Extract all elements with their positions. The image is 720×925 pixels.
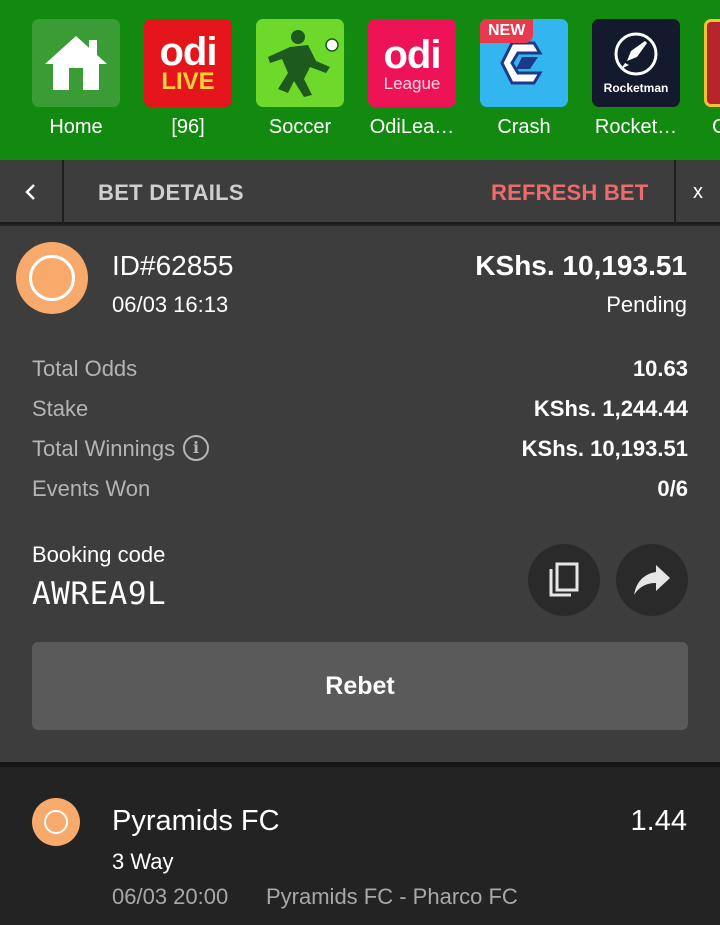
bet-details-header: BET DETAILS REFRESH BET x — [0, 160, 720, 224]
partial-tile — [704, 19, 720, 107]
detail-row-total-odds: Total Odds 10.63 — [32, 356, 688, 386]
game-label-home: Home — [49, 116, 103, 138]
event-selection: Pyramids FC — [112, 805, 280, 837]
bet-summary-card: ID#62855 06/03 16:13 KShs. 10,193.51 Pen… — [0, 226, 720, 762]
soccer-tile — [256, 19, 344, 107]
refresh-bet-button[interactable]: REFRESH BET — [491, 180, 648, 206]
bet-datetime: 06/03 16:13 — [112, 292, 229, 317]
detail-row-events-won: Events Won 0/6 — [32, 476, 688, 506]
pending-status-icon — [16, 242, 88, 314]
bet-status: Pending — [606, 292, 687, 317]
crash-tile: NEW — [480, 19, 568, 107]
copy-button[interactable] — [528, 544, 600, 616]
game-odi-live[interactable]: odi LIVE [96] — [144, 19, 232, 139]
game-label-odileague: OdiLea… — [369, 116, 455, 138]
game-label-soccer: Soccer — [268, 116, 332, 138]
event-row[interactable]: Pyramids FC 1.44 3 Way 06/03 20:00 Pyram… — [0, 767, 720, 925]
game-label-rocketman: Rocket… — [594, 116, 678, 138]
rebet-button[interactable]: Rebet — [32, 642, 688, 730]
detail-row-total-winnings: Total Winnings i KShs. 10,193.51 — [32, 435, 688, 466]
event-kickoff: 06/03 20:00 — [112, 884, 229, 909]
info-icon[interactable]: i — [183, 435, 210, 462]
detail-row-stake: Stake KShs. 1,244.44 — [32, 396, 688, 426]
games-bar: Home odi LIVE [96] Soccer odi League Odi… — [0, 0, 720, 160]
chevron-left-icon — [25, 184, 35, 200]
bet-id: ID#62855 — [112, 250, 234, 281]
event-match: Pyramids FC - Pharco FC — [266, 884, 518, 909]
detail-label: Total Winnings — [32, 436, 176, 461]
home-tile — [32, 19, 120, 107]
detail-value: KShs. 1,244.44 — [533, 396, 688, 421]
home-icon — [45, 36, 107, 90]
share-button[interactable] — [616, 544, 688, 616]
game-label-odi-live: [96] — [171, 116, 205, 138]
page-title: BET DETAILS — [98, 180, 244, 205]
detail-value: 0/6 — [657, 476, 688, 501]
detail-value: KShs. 10,193.51 — [521, 436, 688, 461]
game-crash[interactable]: NEW Crash — [480, 19, 568, 139]
detail-label: Events Won — [32, 476, 151, 501]
rocketman-tile: Rocketman — [592, 19, 680, 107]
game-label-crash: Crash — [497, 116, 551, 138]
booking-code-label: Booking code — [32, 542, 166, 567]
odi-live-logo-sub: LIVE — [161, 68, 215, 95]
event-market: 3 Way — [112, 849, 174, 874]
game-label-partial: C — [712, 116, 720, 138]
game-odileague[interactable]: odi League OdiLea… — [368, 19, 456, 139]
share-icon — [634, 565, 670, 595]
close-button[interactable]: x — [674, 160, 720, 224]
soccer-player-icon — [268, 30, 339, 97]
odi-live-logo-title: odi — [159, 30, 218, 74]
detail-label: Stake — [32, 396, 89, 421]
event-odds: 1.44 — [630, 805, 687, 837]
rocket-icon — [614, 32, 658, 76]
game-partial[interactable]: C — [704, 19, 720, 139]
game-rocketman[interactable]: Rocketman Rocket… — [592, 19, 680, 139]
odileague-logo-title: odi — [383, 32, 442, 77]
detail-label: Total Odds — [32, 356, 138, 381]
game-home[interactable]: Home — [32, 19, 120, 139]
new-badge: NEW — [480, 19, 534, 43]
booking-code: AWREA9L — [32, 576, 167, 612]
back-button[interactable] — [0, 160, 64, 224]
odileague-logo-sub: League — [383, 73, 441, 93]
rocketman-logo-text: Rocketman — [603, 81, 669, 95]
detail-value: 10.63 — [632, 356, 688, 381]
event-pending-icon — [32, 798, 80, 846]
odileague-tile: odi League — [368, 19, 456, 107]
bet-potential-amount: KShs. 10,193.51 — [475, 250, 687, 281]
game-soccer[interactable]: Soccer — [256, 19, 344, 139]
odi-live-tile: odi LIVE — [144, 19, 232, 107]
copy-icon — [549, 562, 579, 597]
